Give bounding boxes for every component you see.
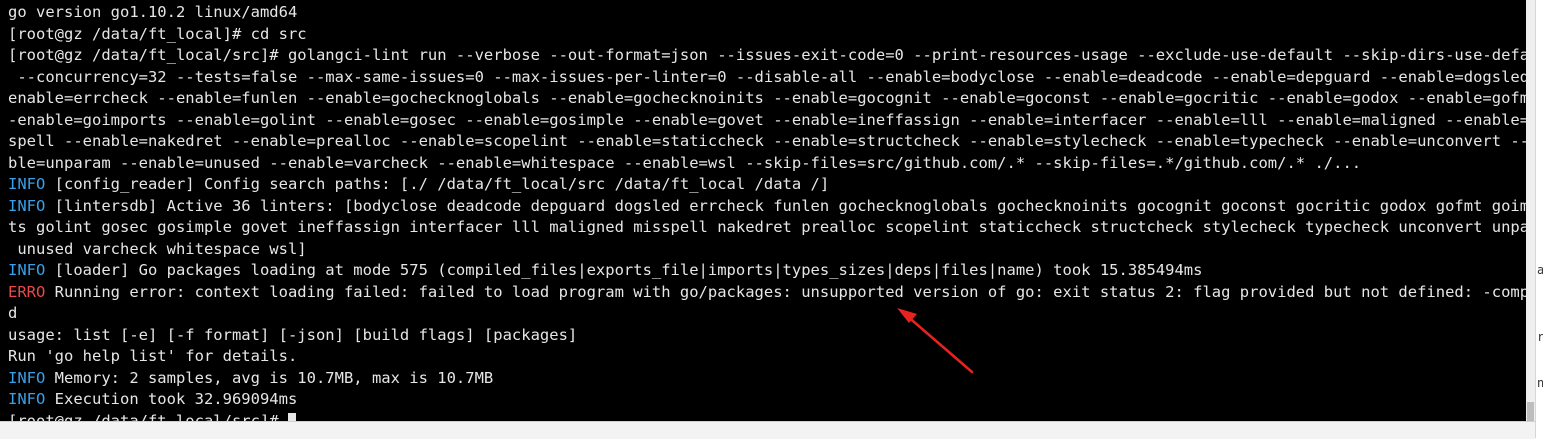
terminal-line: ts golint gosec gosimple govet ineffassi… [8,217,1526,239]
info-level-tag: INFO [8,261,46,279]
line-text: d [8,304,18,322]
gutter-char: n [1537,376,1543,390]
terminal-line: Run 'go help list' for details. [8,346,1526,368]
terminal-line: INFO [config_reader] Config search paths… [8,174,1526,196]
info-level-tag: INFO [8,175,46,193]
terminal-line: INFO Execution took 32.969094ms [8,389,1526,411]
terminal-line: ERRO Running error: context loading fail… [8,282,1526,304]
text-cursor [287,412,296,421]
terminal-line: [root@gz /data/ft_local/src]# [8,411,1526,422]
terminal-output: go version go1.10.2 linux/amd64 [root@gz … [8,2,1526,421]
error-level-tag: ERRO [8,282,46,301]
line-text: [loader] Go packages loading at mode 575… [45,261,1203,279]
scrollbar-thumb[interactable] [1527,402,1534,421]
gutter-char: r [1537,330,1543,344]
line-text: ble=unparam --enable=unused --enable=var… [8,153,1362,172]
terminal-line: usage: list [-e] [-f format] [-json] [bu… [8,325,1526,347]
line-text: [root@gz /data/ft_local]# cd src [8,24,307,43]
terminal-line: INFO Memory: 2 samples, avg is 10.7MB, m… [8,368,1526,390]
terminal-line: go version go1.10.2 linux/amd64 [8,2,1526,24]
terminal-line: d [8,303,1526,325]
line-text: [lintersdb] Active 36 linters: [bodyclos… [45,196,1526,215]
line-text: -enable=goimports --enable=golint --enab… [8,110,1526,129]
line-text: go version go1.10.2 linux/amd64 [8,3,298,21]
info-level-tag: INFO [8,390,46,408]
status-strip [0,421,1535,439]
line-text: [config_reader] Config search paths: [./… [45,175,830,193]
line-text: Running error: context loading failed: f… [45,282,1526,301]
terminal-line: ble=unparam --enable=unused --enable=var… [8,153,1526,175]
line-text: usage: list [-e] [-f format] [-json] [bu… [8,325,578,344]
line-text: Execution took 32.969094ms [45,390,298,408]
line-text: spell --enable=nakedret --enable=preallo… [8,132,1526,150]
terminal-line: spell --enable=nakedret --enable=preallo… [8,131,1526,153]
gutter-char: a [1537,263,1543,277]
terminal-line: enable=errcheck --enable=funlen --enable… [8,88,1526,110]
line-text: Memory: 2 samples, avg is 10.7MB, max is… [45,368,494,387]
line-text: unused varcheck whitespace wsl] [8,239,307,258]
terminal-line: unused varcheck whitespace wsl] [8,239,1526,261]
terminal-line: INFO [loader] Go packages loading at mod… [8,260,1526,282]
terminal-line: [root@gz /data/ft_local]# cd src [8,24,1526,46]
terminal-line: --concurrency=32 --tests=false --max-sam… [8,67,1526,89]
terminal-line: -enable=goimports --enable=golint --enab… [8,110,1526,132]
terminal-line: INFO [lintersdb] Active 36 linters: [bod… [8,196,1526,218]
info-level-tag: INFO [8,368,46,387]
terminal-line: [root@gz /data/ft_local/src]# golangci-l… [8,45,1526,67]
vertical-scrollbar[interactable] [1526,0,1535,421]
line-text: Run 'go help list' for details. [8,347,298,365]
line-text: [root@gz /data/ft_local/src]# golangci-l… [8,46,1526,64]
line-text: --concurrency=32 --tests=false --max-sam… [8,67,1526,86]
line-text: ts golint gosec gosimple govet ineffassi… [8,218,1526,236]
info-level-tag: INFO [8,196,46,215]
adjacent-window-edge: a r n [1535,0,1543,438]
terminal-window[interactable]: go version go1.10.2 linux/amd64 [root@gz … [0,0,1526,421]
line-text: [root@gz /data/ft_local/src]# [8,411,288,422]
line-text: enable=errcheck --enable=funlen --enable… [8,89,1526,107]
